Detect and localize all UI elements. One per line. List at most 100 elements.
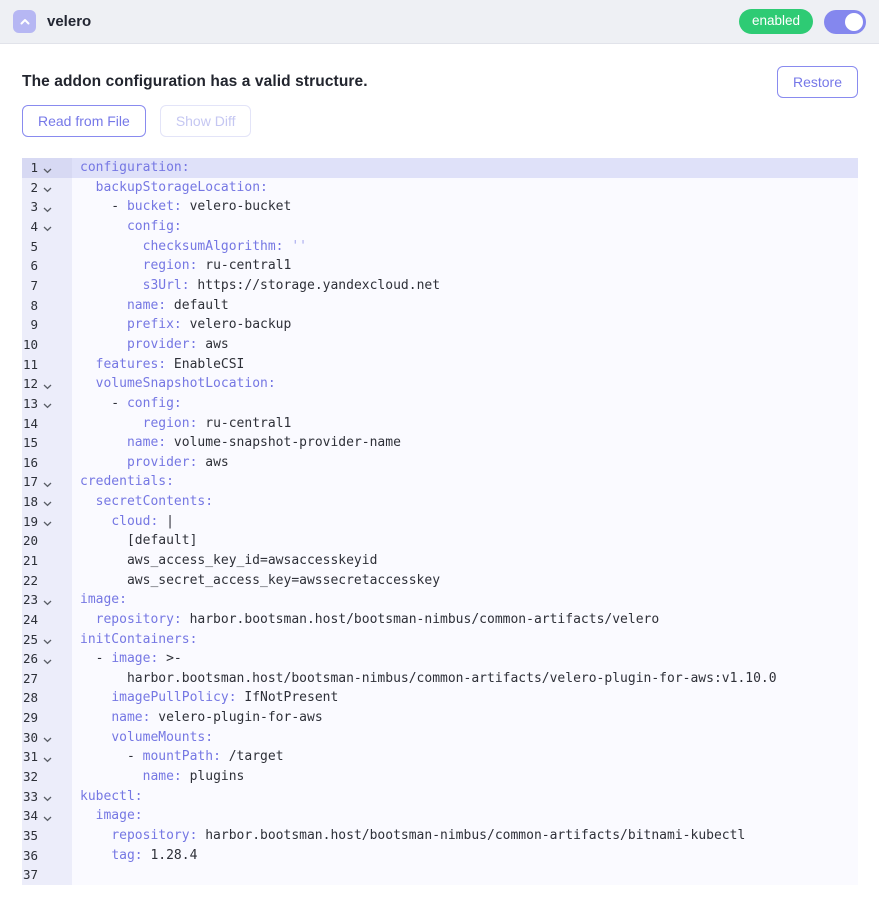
fold-spacer: [43, 531, 55, 551]
fold-chevron-icon[interactable]: [43, 630, 55, 650]
code-line[interactable]: name: velero-plugin-for-aws: [72, 708, 858, 728]
code-line[interactable]: volumeMounts:: [72, 728, 858, 748]
line-number: 19: [22, 512, 38, 532]
line-gutter: 3: [22, 197, 72, 217]
editor-line: 8 name: default: [22, 296, 858, 316]
code-line[interactable]: image:: [72, 806, 858, 826]
code-line[interactable]: backupStorageLocation:: [72, 178, 858, 198]
line-number: 21: [22, 551, 38, 571]
fold-spacer: [43, 256, 55, 276]
line-gutter: 14: [22, 414, 72, 434]
editor-line: 15 name: volume-snapshot-provider-name: [22, 433, 858, 453]
line-number: 12: [22, 374, 38, 394]
code-line[interactable]: imagePullPolicy: IfNotPresent: [72, 688, 858, 708]
fold-spacer: [43, 846, 55, 866]
code-line[interactable]: - image: >-: [72, 649, 858, 669]
fold-chevron-icon[interactable]: [43, 649, 55, 669]
line-gutter: 13: [22, 394, 72, 414]
editor-line: 19 cloud: |: [22, 512, 858, 532]
editor-line: 10 provider: aws: [22, 335, 858, 355]
enabled-toggle[interactable]: [824, 10, 866, 34]
fold-chevron-icon[interactable]: [43, 747, 55, 767]
code-line[interactable]: - bucket: velero-bucket: [72, 197, 858, 217]
code-line[interactable]: volumeSnapshotLocation:: [72, 374, 858, 394]
code-line[interactable]: prefix: velero-backup: [72, 315, 858, 335]
code-line[interactable]: configuration:: [72, 158, 858, 178]
fold-spacer: [43, 414, 55, 434]
code-line[interactable]: secretContents:: [72, 492, 858, 512]
fold-spacer: [43, 688, 55, 708]
editor-line: 37: [22, 865, 858, 885]
code-line[interactable]: harbor.bootsman.host/bootsman-nimbus/com…: [72, 669, 858, 689]
editor-line: 2 backupStorageLocation:: [22, 178, 858, 198]
line-gutter: 12: [22, 374, 72, 394]
code-line[interactable]: [default]: [72, 531, 858, 551]
fold-chevron-icon[interactable]: [43, 492, 55, 512]
fold-chevron-icon[interactable]: [43, 590, 55, 610]
code-line[interactable]: features: EnableCSI: [72, 355, 858, 375]
fold-chevron-icon[interactable]: [43, 787, 55, 807]
line-gutter: 28: [22, 688, 72, 708]
fold-chevron-icon[interactable]: [43, 197, 55, 217]
yaml-editor[interactable]: 1configuration:2 backupStorageLocation:3…: [22, 158, 858, 885]
code-line[interactable]: checksumAlgorithm: '': [72, 237, 858, 257]
fold-chevron-icon[interactable]: [43, 472, 55, 492]
line-number: 16: [22, 453, 38, 473]
fold-chevron-icon[interactable]: [43, 728, 55, 748]
code-line[interactable]: provider: aws: [72, 335, 858, 355]
line-gutter: 8: [22, 296, 72, 316]
fold-chevron-icon[interactable]: [43, 512, 55, 532]
line-number: 18: [22, 492, 38, 512]
fold-chevron-icon[interactable]: [43, 806, 55, 826]
show-diff-button[interactable]: Show Diff: [160, 105, 252, 137]
code-line[interactable]: cloud: |: [72, 512, 858, 532]
fold-chevron-icon[interactable]: [43, 217, 55, 237]
code-line[interactable]: kubectl:: [72, 787, 858, 807]
line-number: 6: [22, 256, 38, 276]
code-line[interactable]: tag: 1.28.4: [72, 846, 858, 866]
code-line[interactable]: credentials:: [72, 472, 858, 492]
line-number: 37: [22, 865, 38, 885]
fold-chevron-icon[interactable]: [43, 158, 55, 178]
line-number: 35: [22, 826, 38, 846]
fold-spacer: [43, 826, 55, 846]
editor-line: 13 - config:: [22, 394, 858, 414]
line-gutter: 16: [22, 453, 72, 473]
fold-spacer: [43, 335, 55, 355]
collapse-section-button[interactable]: [13, 10, 36, 33]
line-number: 32: [22, 767, 38, 787]
read-from-file-button[interactable]: Read from File: [22, 105, 146, 137]
code-line[interactable]: image:: [72, 590, 858, 610]
code-line[interactable]: s3Url: https://storage.yandexcloud.net: [72, 276, 858, 296]
code-line[interactable]: name: plugins: [72, 767, 858, 787]
code-line[interactable]: initContainers:: [72, 630, 858, 650]
editor-line: 18 secretContents:: [22, 492, 858, 512]
editor-line: 33kubectl:: [22, 787, 858, 807]
fold-chevron-icon[interactable]: [43, 374, 55, 394]
code-line[interactable]: provider: aws: [72, 453, 858, 473]
editor-line: 14 region: ru-central1: [22, 414, 858, 434]
line-number: 20: [22, 531, 38, 551]
code-line[interactable]: aws_access_key_id=awsaccesskeyid: [72, 551, 858, 571]
code-line[interactable]: [72, 865, 858, 885]
code-line[interactable]: name: default: [72, 296, 858, 316]
code-line[interactable]: - config:: [72, 394, 858, 414]
line-gutter: 26: [22, 649, 72, 669]
code-line[interactable]: region: ru-central1: [72, 256, 858, 276]
line-number: 13: [22, 394, 38, 414]
restore-button[interactable]: Restore: [777, 66, 858, 98]
fold-chevron-icon[interactable]: [43, 394, 55, 414]
code-line[interactable]: region: ru-central1: [72, 414, 858, 434]
code-line[interactable]: aws_secret_access_key=awssecretaccesskey: [72, 571, 858, 591]
line-number: 1: [22, 158, 38, 178]
fold-spacer: [43, 433, 55, 453]
code-line[interactable]: name: volume-snapshot-provider-name: [72, 433, 858, 453]
line-gutter: 5: [22, 237, 72, 257]
code-line[interactable]: config:: [72, 217, 858, 237]
code-line[interactable]: - mountPath: /target: [72, 747, 858, 767]
code-line[interactable]: repository: harbor.bootsman.host/bootsma…: [72, 610, 858, 630]
fold-chevron-icon[interactable]: [43, 178, 55, 198]
code-line[interactable]: repository: harbor.bootsman.host/bootsma…: [72, 826, 858, 846]
line-number: 25: [22, 630, 38, 650]
editor-line: 30 volumeMounts:: [22, 728, 858, 748]
